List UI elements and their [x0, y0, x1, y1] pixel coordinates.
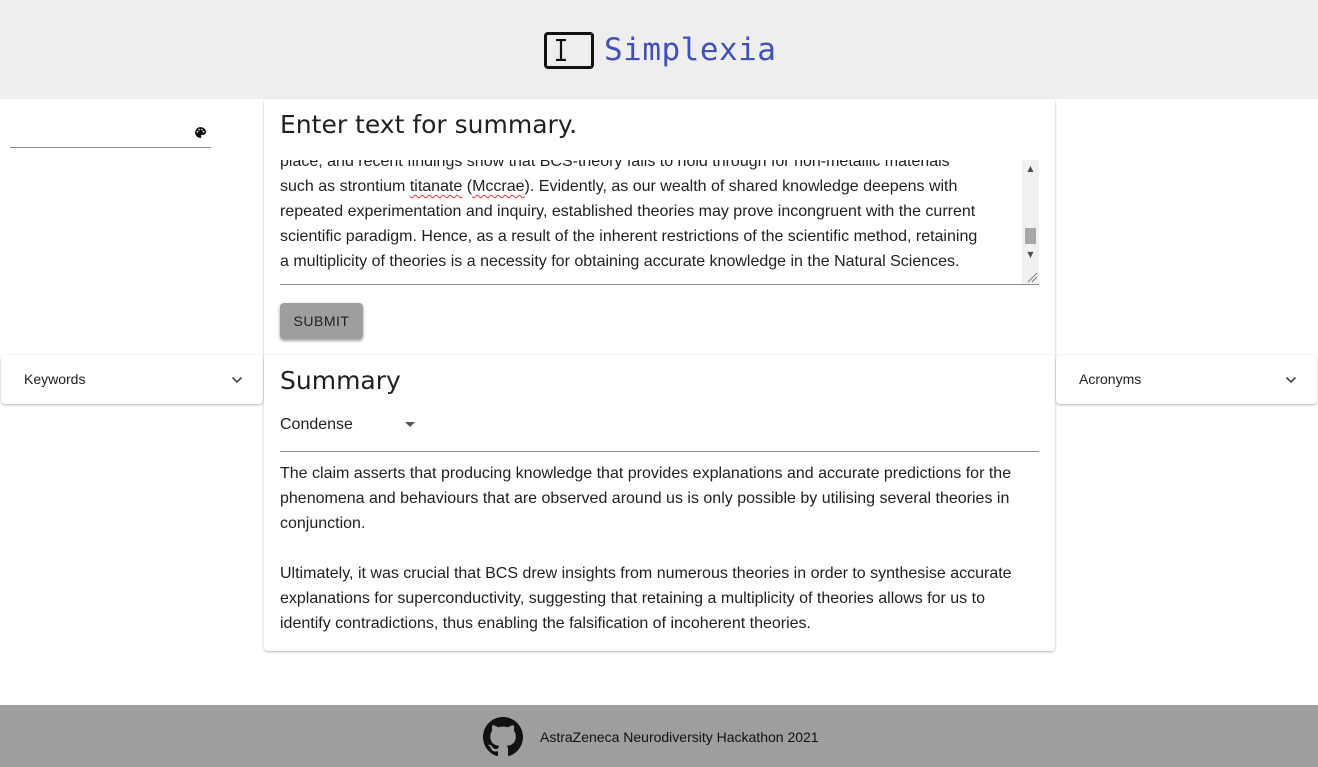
footer: AstraZeneca Neurodiversity Hackathon 202…	[0, 705, 1318, 767]
summary-title: Summary	[280, 366, 401, 395]
scroll-thumb[interactable]	[1025, 228, 1036, 244]
scroll-down-arrow-icon[interactable]: ▼	[1022, 246, 1039, 263]
textarea-scrollbar[interactable]: ▲ ▼	[1022, 160, 1039, 280]
text-cursor-screen-icon	[544, 31, 594, 69]
palette-icon[interactable]	[194, 126, 207, 139]
dropdown-arrow-icon[interactable]	[405, 422, 415, 427]
textarea-line: place, and recent findings show that BCS…	[280, 160, 950, 170]
summary-mode-value[interactable]: Condense	[280, 416, 353, 434]
textarea-line: such as strontium titanate (Mccrae). Evi…	[280, 178, 958, 195]
misspelled-word: Mccrae	[472, 178, 525, 195]
misspelled-word: titanate	[409, 178, 463, 195]
resize-grip-icon[interactable]	[1022, 267, 1039, 284]
input-card: Enter text for summary. place, and recen…	[264, 100, 1055, 355]
keywords-label: Keywords	[24, 371, 86, 387]
summary-card: Summary Condense The claim asserts that …	[264, 355, 1055, 651]
summary-paragraph: The claim asserts that producing knowled…	[280, 465, 1012, 532]
textarea-line: a multiplicity of theories is a necessit…	[280, 253, 960, 270]
textarea-content[interactable]: place, and recent findings show that BCS…	[280, 160, 1019, 274]
textarea-line: repeated experimentation and inquiry, es…	[280, 203, 976, 220]
github-icon[interactable]	[483, 717, 523, 757]
input-card-title: Enter text for summary.	[280, 110, 578, 139]
summary-paragraph: Ultimately, it was crucial that BCS drew…	[280, 565, 1012, 632]
acronyms-label: Acronyms	[1079, 371, 1142, 387]
acronyms-panel[interactable]: Acronyms	[1056, 355, 1317, 404]
app-header: Simplexia	[0, 0, 1318, 99]
scroll-up-arrow-icon[interactable]: ▲	[1022, 160, 1039, 177]
keywords-panel[interactable]: Keywords	[1, 355, 263, 404]
app-logo: Simplexia	[544, 30, 776, 70]
submit-button[interactable]: Submit	[280, 303, 363, 339]
summary-output: The claim asserts that producing knowled…	[280, 461, 1040, 636]
summary-mode-select[interactable]: Condense	[280, 407, 1039, 452]
chevron-down-icon[interactable]	[231, 374, 243, 386]
text-input-area[interactable]: place, and recent findings show that BCS…	[280, 160, 1039, 285]
footer-text: AstraZeneca Neurodiversity Hackathon 202…	[540, 729, 819, 745]
font-select-field[interactable]	[10, 118, 211, 148]
chevron-down-icon[interactable]	[1285, 374, 1297, 386]
app-title: Simplexia	[604, 32, 777, 68]
textarea-line: scientific paradigm. Hence, as a result …	[280, 228, 978, 245]
